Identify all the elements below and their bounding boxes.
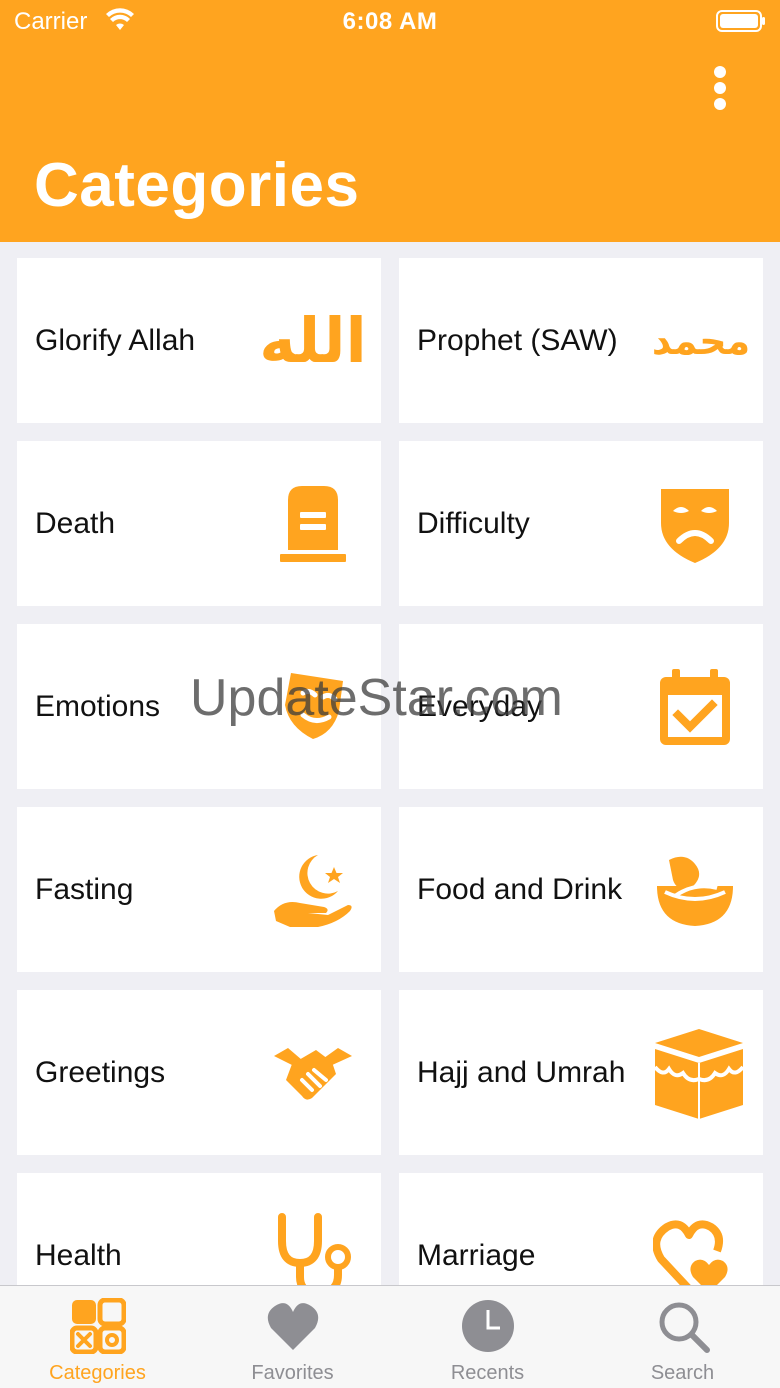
tab-recents[interactable]: Recents	[390, 1286, 585, 1388]
category-tile-everyday[interactable]: Everyday	[399, 624, 763, 789]
tab-search[interactable]: Search	[585, 1286, 780, 1388]
more-dot	[714, 98, 726, 110]
crescent-hand-icon	[265, 842, 361, 938]
category-label: Prophet (SAW)	[417, 323, 618, 357]
search-icon	[659, 1302, 710, 1353]
category-label: Hajj and Umrah	[417, 1055, 626, 1089]
category-label: Health	[35, 1238, 122, 1272]
heart-icon	[267, 1303, 318, 1350]
header: Carrier 6:08 AM Categories	[0, 0, 780, 242]
category-tile-prophet[interactable]: Prophet (SAW) محمد	[399, 258, 763, 423]
page-title: Categories	[34, 151, 360, 220]
allah-calligraphy-text: الله	[259, 304, 367, 377]
handshake-icon	[265, 1025, 361, 1121]
categories-grid: Glorify Allah الله Prophet (SAW) محمد De…	[0, 242, 780, 1285]
category-label: Death	[35, 506, 116, 540]
categories-grid-icon	[69, 1298, 126, 1354]
kaaba-icon	[651, 1025, 747, 1121]
tab-label: Categories	[49, 1362, 146, 1384]
stethoscope-icon	[265, 1208, 361, 1285]
more-dot	[714, 82, 726, 94]
category-tile-health[interactable]: Health	[17, 1173, 381, 1285]
category-tile-death[interactable]: Death	[17, 441, 381, 606]
tab-label: Recents	[450, 1362, 525, 1384]
food-bowl-icon	[647, 842, 743, 938]
category-tile-emotions[interactable]: Emotions	[17, 624, 381, 789]
category-label: Fasting	[35, 872, 134, 906]
battery-icon	[716, 10, 765, 32]
category-tile-glorify-allah[interactable]: Glorify Allah الله	[17, 258, 381, 423]
tab-categories[interactable]: Categories	[0, 1286, 195, 1388]
muhammad-calligraphy-text: محمد	[651, 318, 751, 363]
category-label: Emotions	[35, 689, 161, 723]
category-label: Marriage	[417, 1238, 536, 1272]
category-label: Difficulty	[417, 506, 530, 540]
category-tile-difficulty[interactable]: Difficulty	[399, 441, 763, 606]
tab-bar: Categories Favorites Recents Search	[0, 1285, 780, 1388]
muhammad-calligraphy-icon: محمد	[651, 293, 751, 389]
category-label: Everyday	[417, 689, 543, 723]
clock: 6:08 AM	[342, 8, 438, 35]
category-tile-greetings[interactable]: Greetings	[17, 990, 381, 1155]
more-options-button[interactable]	[700, 62, 740, 114]
tab-label: Favorites	[251, 1362, 334, 1384]
category-tile-marriage[interactable]: Marriage	[399, 1173, 763, 1285]
category-label: Food and Drink	[417, 872, 623, 906]
sad-mask-icon	[647, 476, 743, 572]
tab-label: Search	[650, 1362, 715, 1384]
more-dot	[714, 66, 726, 78]
hearts-icon	[647, 1208, 743, 1285]
masks-icon	[265, 659, 361, 755]
category-label: Glorify Allah	[35, 323, 196, 357]
clock-icon	[461, 1300, 514, 1352]
category-tile-hajj-and-umrah[interactable]: Hajj and Umrah	[399, 990, 763, 1155]
calendar-check-icon	[647, 659, 743, 755]
tab-favorites[interactable]: Favorites	[195, 1286, 390, 1388]
status-bar: Carrier 6:08 AM	[0, 0, 780, 44]
allah-calligraphy-icon: الله	[259, 293, 366, 389]
category-tile-food-and-drink[interactable]: Food and Drink	[399, 807, 763, 972]
category-tile-fasting[interactable]: Fasting	[17, 807, 381, 972]
category-label: Greetings	[35, 1055, 166, 1089]
gravestone-icon	[265, 476, 361, 572]
